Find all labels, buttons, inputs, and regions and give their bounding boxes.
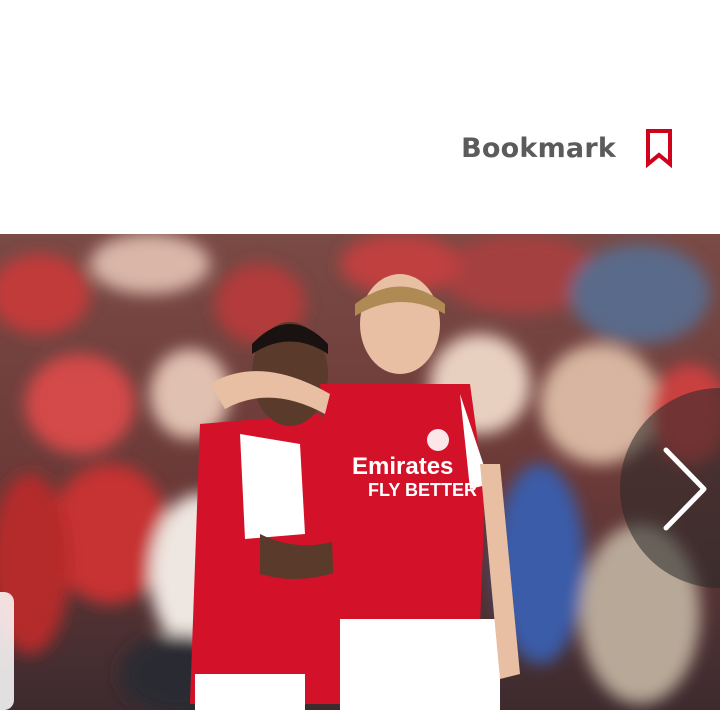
article-header: Bookmark bbox=[0, 0, 720, 234]
bookmark-icon bbox=[646, 129, 672, 168]
bookmark-label: Bookmark bbox=[461, 132, 616, 164]
chevron-right-icon bbox=[663, 447, 707, 531]
shirt-sponsor-text: Emirates bbox=[352, 453, 453, 480]
hero-photo: Emirates FLY BETTER bbox=[0, 234, 720, 720]
bottom-divider bbox=[0, 710, 720, 720]
previous-edge-handle[interactable] bbox=[0, 592, 14, 710]
bookmark-button[interactable]: Bookmark bbox=[461, 128, 674, 168]
svg-text:FLY BETTER: FLY BETTER bbox=[368, 480, 477, 500]
hero-image: Emirates FLY BETTER bbox=[0, 234, 720, 720]
